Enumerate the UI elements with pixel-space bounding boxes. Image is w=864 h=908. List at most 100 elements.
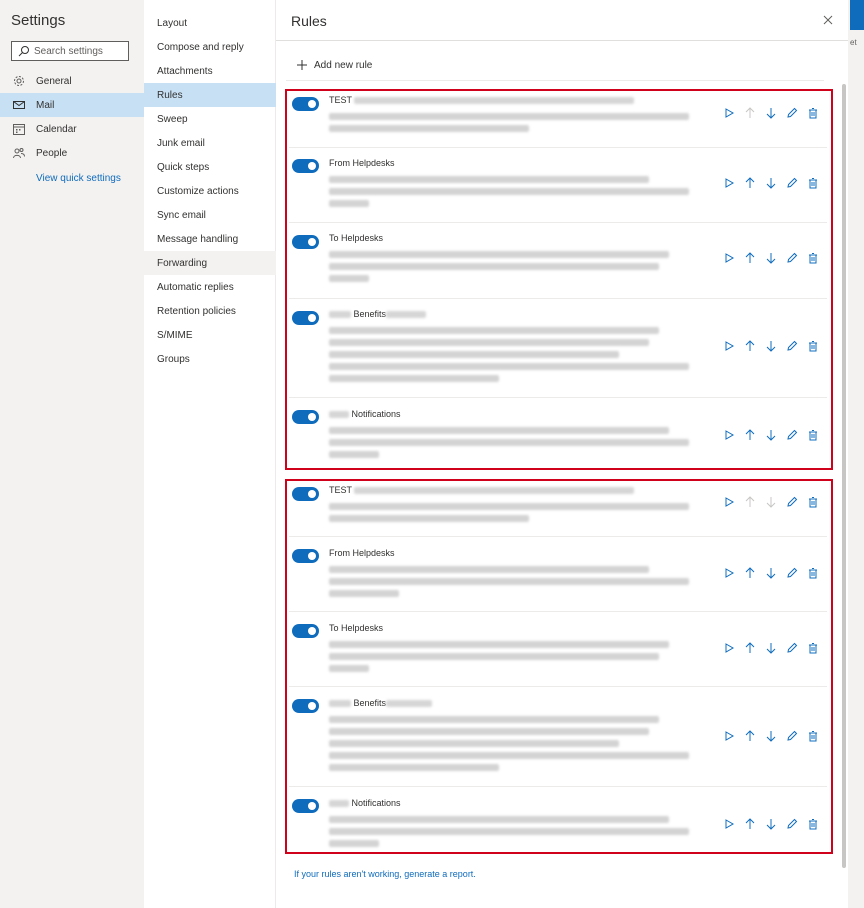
rule-name: From Helpdesks <box>329 158 395 168</box>
move-up-icon[interactable] <box>743 339 757 353</box>
nav-item-label: Calendar <box>36 123 77 135</box>
move-down-icon[interactable] <box>764 251 778 265</box>
move-down-icon[interactable] <box>764 566 778 580</box>
run-rule-icon[interactable] <box>722 428 736 442</box>
run-rule-icon[interactable] <box>722 817 736 831</box>
move-down-icon <box>766 497 776 508</box>
rule-name: TEST <box>329 485 635 495</box>
sub-nav-quick-steps[interactable]: Quick steps <box>144 155 276 179</box>
move-up-icon[interactable] <box>743 251 757 265</box>
run-rule-icon[interactable] <box>722 641 736 655</box>
view-quick-settings-link[interactable]: View quick settings <box>36 173 121 184</box>
sub-nav-compose-and-reply[interactable]: Compose and reply <box>144 35 276 59</box>
sub-nav-message-handling[interactable]: Message handling <box>144 227 276 251</box>
rule-description <box>329 728 649 735</box>
sub-nav-customize-actions[interactable]: Customize actions <box>144 179 276 203</box>
nav-item-people[interactable]: People <box>0 141 144 165</box>
sub-nav-forwarding[interactable]: Forwarding <box>144 251 276 275</box>
move-up-icon[interactable] <box>743 176 757 190</box>
move-up-icon[interactable] <box>743 817 757 831</box>
sub-nav-junk-email[interactable]: Junk email <box>144 131 276 155</box>
rule-toggle[interactable] <box>292 799 319 813</box>
nav-item-calendar[interactable]: Calendar <box>0 117 144 141</box>
sub-nav-smime[interactable]: S/MIME <box>144 323 276 347</box>
run-rule-icon[interactable] <box>722 176 736 190</box>
rule-toggle[interactable] <box>292 159 319 173</box>
edit-icon[interactable] <box>785 566 799 580</box>
edit-icon[interactable] <box>785 339 799 353</box>
search-box[interactable] <box>11 41 129 61</box>
move-down-icon[interactable] <box>764 428 778 442</box>
move-down-icon[interactable] <box>764 176 778 190</box>
edit-icon[interactable] <box>785 428 799 442</box>
nav-item-general[interactable]: General <box>0 69 144 93</box>
sub-nav-retention-policies[interactable]: Retention policies <box>144 299 276 323</box>
sub-nav-layout[interactable]: Layout <box>144 11 276 35</box>
rule-description <box>329 263 659 270</box>
rule-description <box>329 665 369 672</box>
move-down-icon[interactable] <box>764 106 778 120</box>
edit-icon[interactable] <box>785 729 799 743</box>
move-up-icon[interactable] <box>743 641 757 655</box>
rule-description <box>329 840 379 847</box>
edit-icon[interactable] <box>785 251 799 265</box>
move-up-icon[interactable] <box>743 566 757 580</box>
rule-toggle[interactable] <box>292 97 319 111</box>
rule-name-text: Notifications <box>351 409 401 419</box>
sub-nav-attachments[interactable]: Attachments <box>144 59 276 83</box>
move-up-icon <box>745 496 755 507</box>
sub-nav-sweep[interactable]: Sweep <box>144 107 276 131</box>
search-input[interactable] <box>34 45 126 57</box>
close-icon[interactable] <box>821 13 835 27</box>
sub-nav-rules[interactable]: Rules <box>144 83 276 107</box>
rule-toggle[interactable] <box>292 487 319 501</box>
run-rule-icon[interactable] <box>722 495 736 509</box>
nav-item-mail[interactable]: Mail <box>0 93 144 117</box>
run-rule-icon[interactable] <box>722 339 736 353</box>
edit-icon[interactable] <box>785 176 799 190</box>
scrollbar-thumb[interactable] <box>842 84 846 868</box>
run-rule-icon[interactable] <box>722 251 736 265</box>
rule-description <box>329 653 659 660</box>
run-rule-icon[interactable] <box>722 566 736 580</box>
move-down-icon[interactable] <box>764 641 778 655</box>
edit-icon[interactable] <box>785 495 799 509</box>
rule-name-text: Benefits <box>353 309 387 319</box>
sub-nav-groups[interactable]: Groups <box>144 347 276 371</box>
delete-icon[interactable] <box>806 106 820 120</box>
delete-icon[interactable] <box>806 339 820 353</box>
move-up-icon[interactable] <box>743 729 757 743</box>
move-down-icon[interactable] <box>764 817 778 831</box>
generate-report-link[interactable]: If your rules aren't working, generate a… <box>294 869 476 879</box>
rule-toggle[interactable] <box>292 410 319 424</box>
add-new-rule-button[interactable]: Add new rule <box>296 59 372 71</box>
edit-icon[interactable] <box>785 106 799 120</box>
move-down-icon[interactable] <box>764 339 778 353</box>
rule-toggle[interactable] <box>292 311 319 325</box>
rule-toggle[interactable] <box>292 549 319 563</box>
window-scrollbar[interactable] <box>848 0 864 908</box>
delete-icon[interactable] <box>806 428 820 442</box>
edit-icon[interactable] <box>785 817 799 831</box>
rule-actions <box>722 176 827 190</box>
rule-toggle[interactable] <box>292 235 319 249</box>
delete-icon[interactable] <box>806 817 820 831</box>
redacted-text <box>386 700 433 708</box>
sub-nav-sync-email[interactable]: Sync email <box>144 203 276 227</box>
rule-toggle[interactable] <box>292 624 319 638</box>
rule-toggle[interactable] <box>292 699 319 713</box>
delete-icon[interactable] <box>806 251 820 265</box>
move-down-icon[interactable] <box>764 729 778 743</box>
rule-group-2: TEST From Helpdesks To Helpdesks Benefit… <box>285 479 833 854</box>
move-up-icon[interactable] <box>743 428 757 442</box>
delete-icon[interactable] <box>806 641 820 655</box>
edit-icon[interactable] <box>785 641 799 655</box>
move-up-icon <box>745 107 755 118</box>
run-rule-icon[interactable] <box>722 106 736 120</box>
sub-nav-automatic-replies[interactable]: Automatic replies <box>144 275 276 299</box>
run-rule-icon[interactable] <box>722 729 736 743</box>
delete-icon[interactable] <box>806 176 820 190</box>
delete-icon[interactable] <box>806 566 820 580</box>
delete-icon[interactable] <box>806 495 820 509</box>
delete-icon[interactable] <box>806 729 820 743</box>
